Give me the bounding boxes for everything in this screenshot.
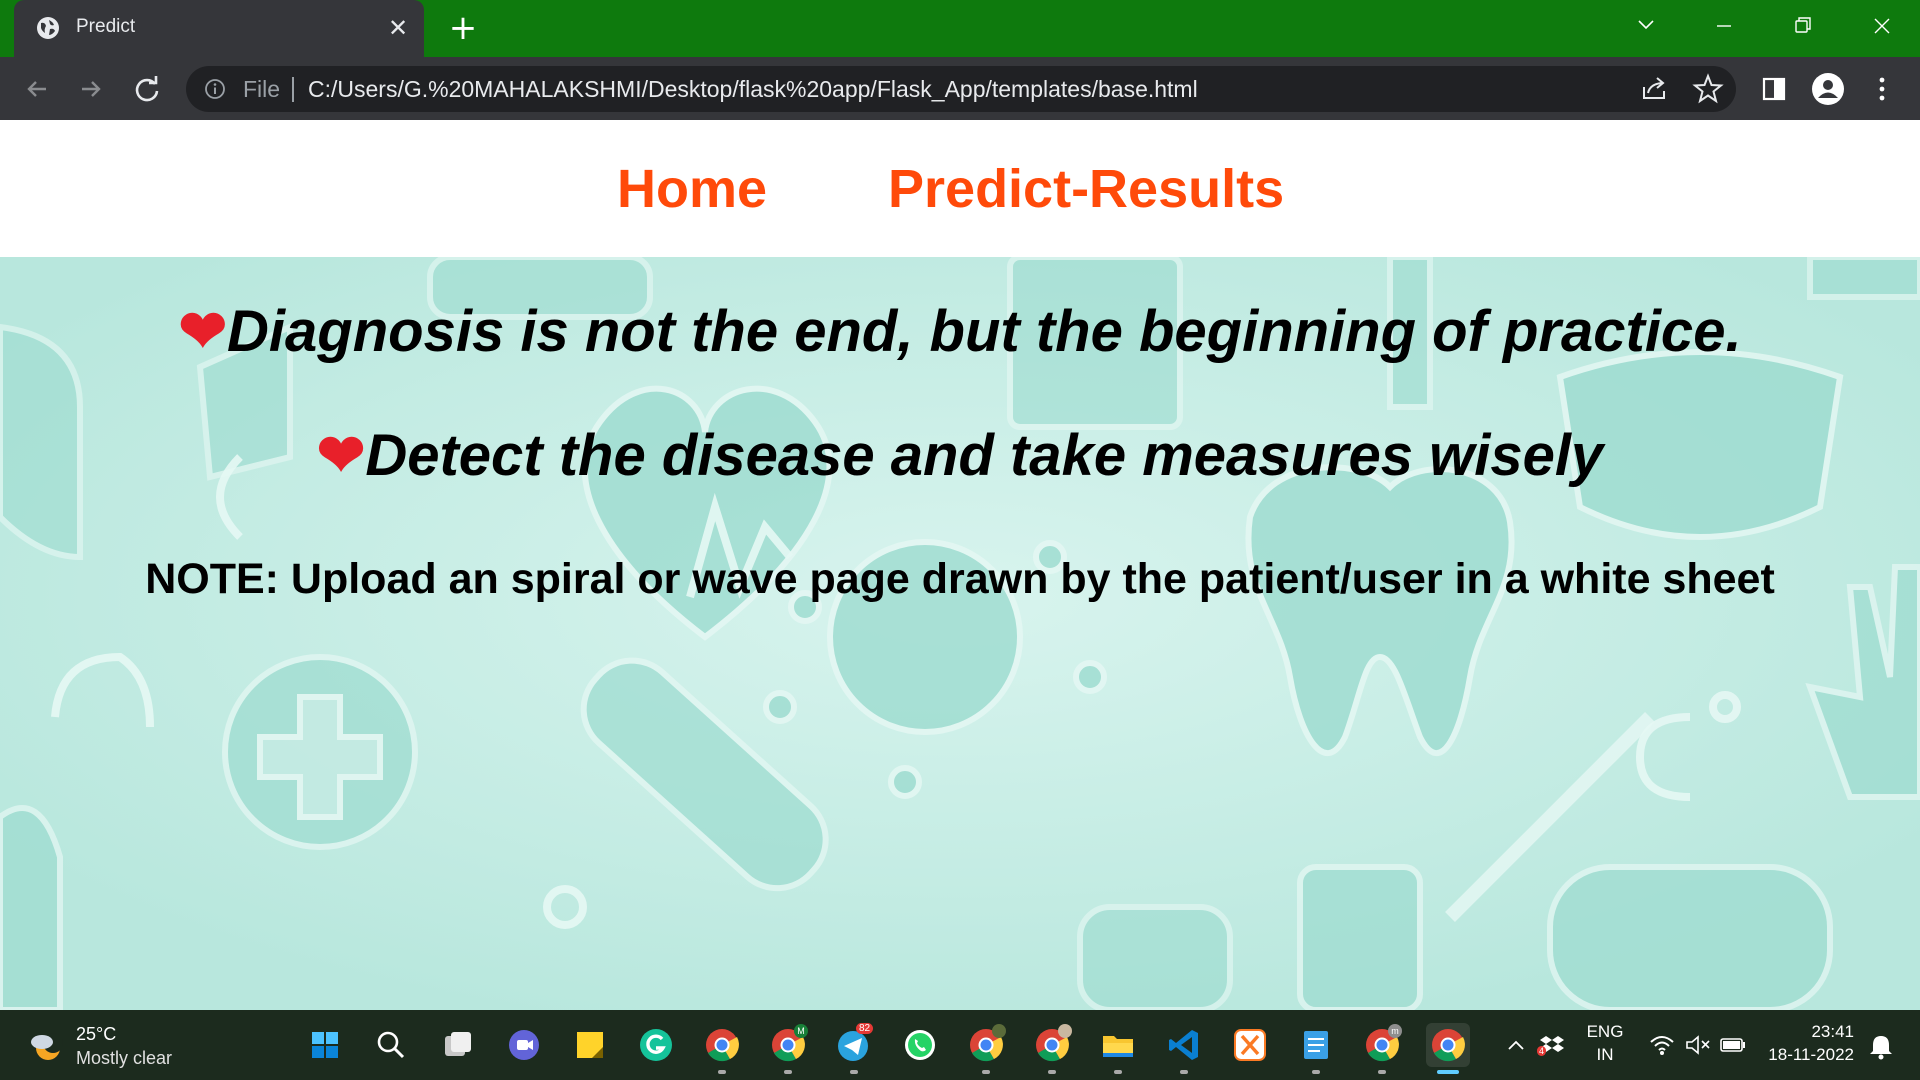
dropbox-icon[interactable]: 4 (1537, 1032, 1566, 1060)
nav-link-home[interactable]: Home (617, 158, 767, 220)
close-tab-icon[interactable]: ✕ (384, 14, 412, 42)
quote-diagnosis-text: Diagnosis is not the end, but the beginn… (227, 299, 1742, 364)
wifi-icon[interactable] (1648, 1032, 1676, 1058)
weather-widget[interactable]: 25°C Mostly clear (24, 1022, 244, 1070)
globe-icon (37, 17, 59, 39)
running-indicator (1048, 1070, 1056, 1074)
svg-text:m: m (1391, 1026, 1399, 1036)
telegram-badge: 82 (856, 1023, 874, 1034)
profile-avatar-icon[interactable] (1810, 71, 1846, 107)
language-indicator-bottom[interactable]: IN (1580, 1045, 1630, 1065)
new-tab-button[interactable]: + (446, 11, 480, 46)
clock-date[interactable]: 18-11-2022 (1762, 1045, 1854, 1065)
active-indicator (1437, 1070, 1459, 1074)
site-navbar: Home Predict-Results (0, 120, 1920, 257)
browser-tab-strip: Predict ✕ + (0, 0, 1920, 57)
running-indicator (1378, 1070, 1386, 1074)
moon-cloud-icon (31, 1033, 63, 1060)
weather-temperature: 25°C (76, 1024, 117, 1044)
reload-icon[interactable] (130, 72, 164, 106)
chevron-up-icon[interactable] (1506, 1036, 1526, 1054)
quote-detect-text: Detect the disease and take measures wis… (365, 423, 1604, 488)
running-indicator (982, 1070, 990, 1074)
chrome-profile-m2-icon[interactable]: m (1360, 1023, 1404, 1074)
hero-section: ❤Diagnosis is not the end, but the begin… (0, 257, 1920, 1010)
address-url[interactable]: C:/Users/G.%20MAHALAKSHMI/Desktop/flask%… (308, 76, 1198, 103)
weather-description: Mostly clear (76, 1048, 173, 1068)
windows-taskbar: 25°C Mostly clear M 82 m 4 ENG IN 23:41 … (0, 1010, 1920, 1080)
minimize-icon[interactable] (1704, 10, 1744, 42)
medical-background-pattern (0, 257, 1920, 1010)
xampp-icon[interactable] (1228, 1023, 1272, 1067)
teams-chat-icon[interactable] (502, 1023, 546, 1067)
bookmark-star-icon[interactable] (1690, 71, 1726, 107)
language-indicator-top[interactable]: ENG (1580, 1022, 1630, 1042)
chrome-profile-3-icon[interactable] (1030, 1023, 1074, 1074)
restore-icon[interactable] (1782, 10, 1822, 42)
running-indicator (1312, 1070, 1320, 1074)
running-indicator (1180, 1070, 1188, 1074)
address-separator (292, 77, 294, 102)
close-window-icon[interactable] (1862, 10, 1902, 42)
red-heart-icon: ❤ (178, 299, 228, 364)
telegram-icon[interactable]: 82 (832, 1023, 876, 1074)
grammarly-icon[interactable] (634, 1023, 678, 1067)
tab-title: Predict (76, 16, 136, 37)
upload-note: NOTE: Upload an spiral or wave page draw… (145, 555, 1775, 603)
file-explorer-icon[interactable] (1096, 1023, 1140, 1074)
more-menu-icon[interactable] (1864, 71, 1900, 107)
back-arrow-icon[interactable] (20, 72, 54, 106)
chrome-icon[interactable] (700, 1023, 744, 1074)
chrome-profile-m-icon[interactable]: M (766, 1023, 810, 1074)
running-indicator (784, 1070, 792, 1074)
battery-icon[interactable] (1718, 1032, 1748, 1058)
start-icon[interactable] (303, 1023, 347, 1067)
notification-bell-icon[interactable] (1866, 1032, 1896, 1062)
info-icon[interactable] (204, 78, 226, 100)
side-panel-icon[interactable] (1756, 71, 1792, 107)
forward-arrow-icon[interactable] (74, 72, 108, 106)
chrome-active-icon[interactable] (1426, 1023, 1470, 1074)
address-bar[interactable]: File C:/Users/G.%20MAHALAKSHMI/Desktop/f… (186, 66, 1736, 112)
notepad-icon[interactable] (1294, 1023, 1338, 1074)
red-heart-icon: ❤ (316, 423, 366, 488)
nav-link-predict-results[interactable]: Predict-Results (888, 158, 1284, 220)
running-indicator (1114, 1070, 1122, 1074)
running-indicator (718, 1070, 726, 1074)
browser-tab-predict[interactable]: Predict ✕ (14, 0, 424, 57)
browser-toolbar: File C:/Users/G.%20MAHALAKSHMI/Desktop/f… (0, 57, 1920, 120)
clock-time[interactable]: 23:41 (1762, 1022, 1854, 1042)
vscode-icon[interactable] (1162, 1023, 1206, 1074)
speaker-muted-icon[interactable] (1684, 1032, 1712, 1058)
chrome-profile-2-icon[interactable] (964, 1023, 1008, 1074)
address-scheme-label: File (243, 76, 281, 102)
notification-badge: 4 (1537, 1046, 1547, 1056)
tab-search-chevron-icon[interactable] (1626, 10, 1666, 42)
web-page: Home Predict-Results ❤Diagnosis is not t… (0, 120, 1920, 1010)
task-view-icon[interactable] (436, 1023, 480, 1067)
quote-diagnosis: ❤Diagnosis is not the end, but the begin… (0, 297, 1920, 365)
search-icon[interactable] (369, 1023, 413, 1067)
svg-text:M: M (797, 1026, 805, 1036)
quote-detect: ❤Detect the disease and take measures wi… (0, 421, 1920, 489)
share-icon[interactable] (1636, 71, 1672, 107)
sticky-notes-icon[interactable] (568, 1023, 612, 1067)
whatsapp-icon[interactable] (898, 1023, 942, 1067)
running-indicator (850, 1070, 858, 1074)
